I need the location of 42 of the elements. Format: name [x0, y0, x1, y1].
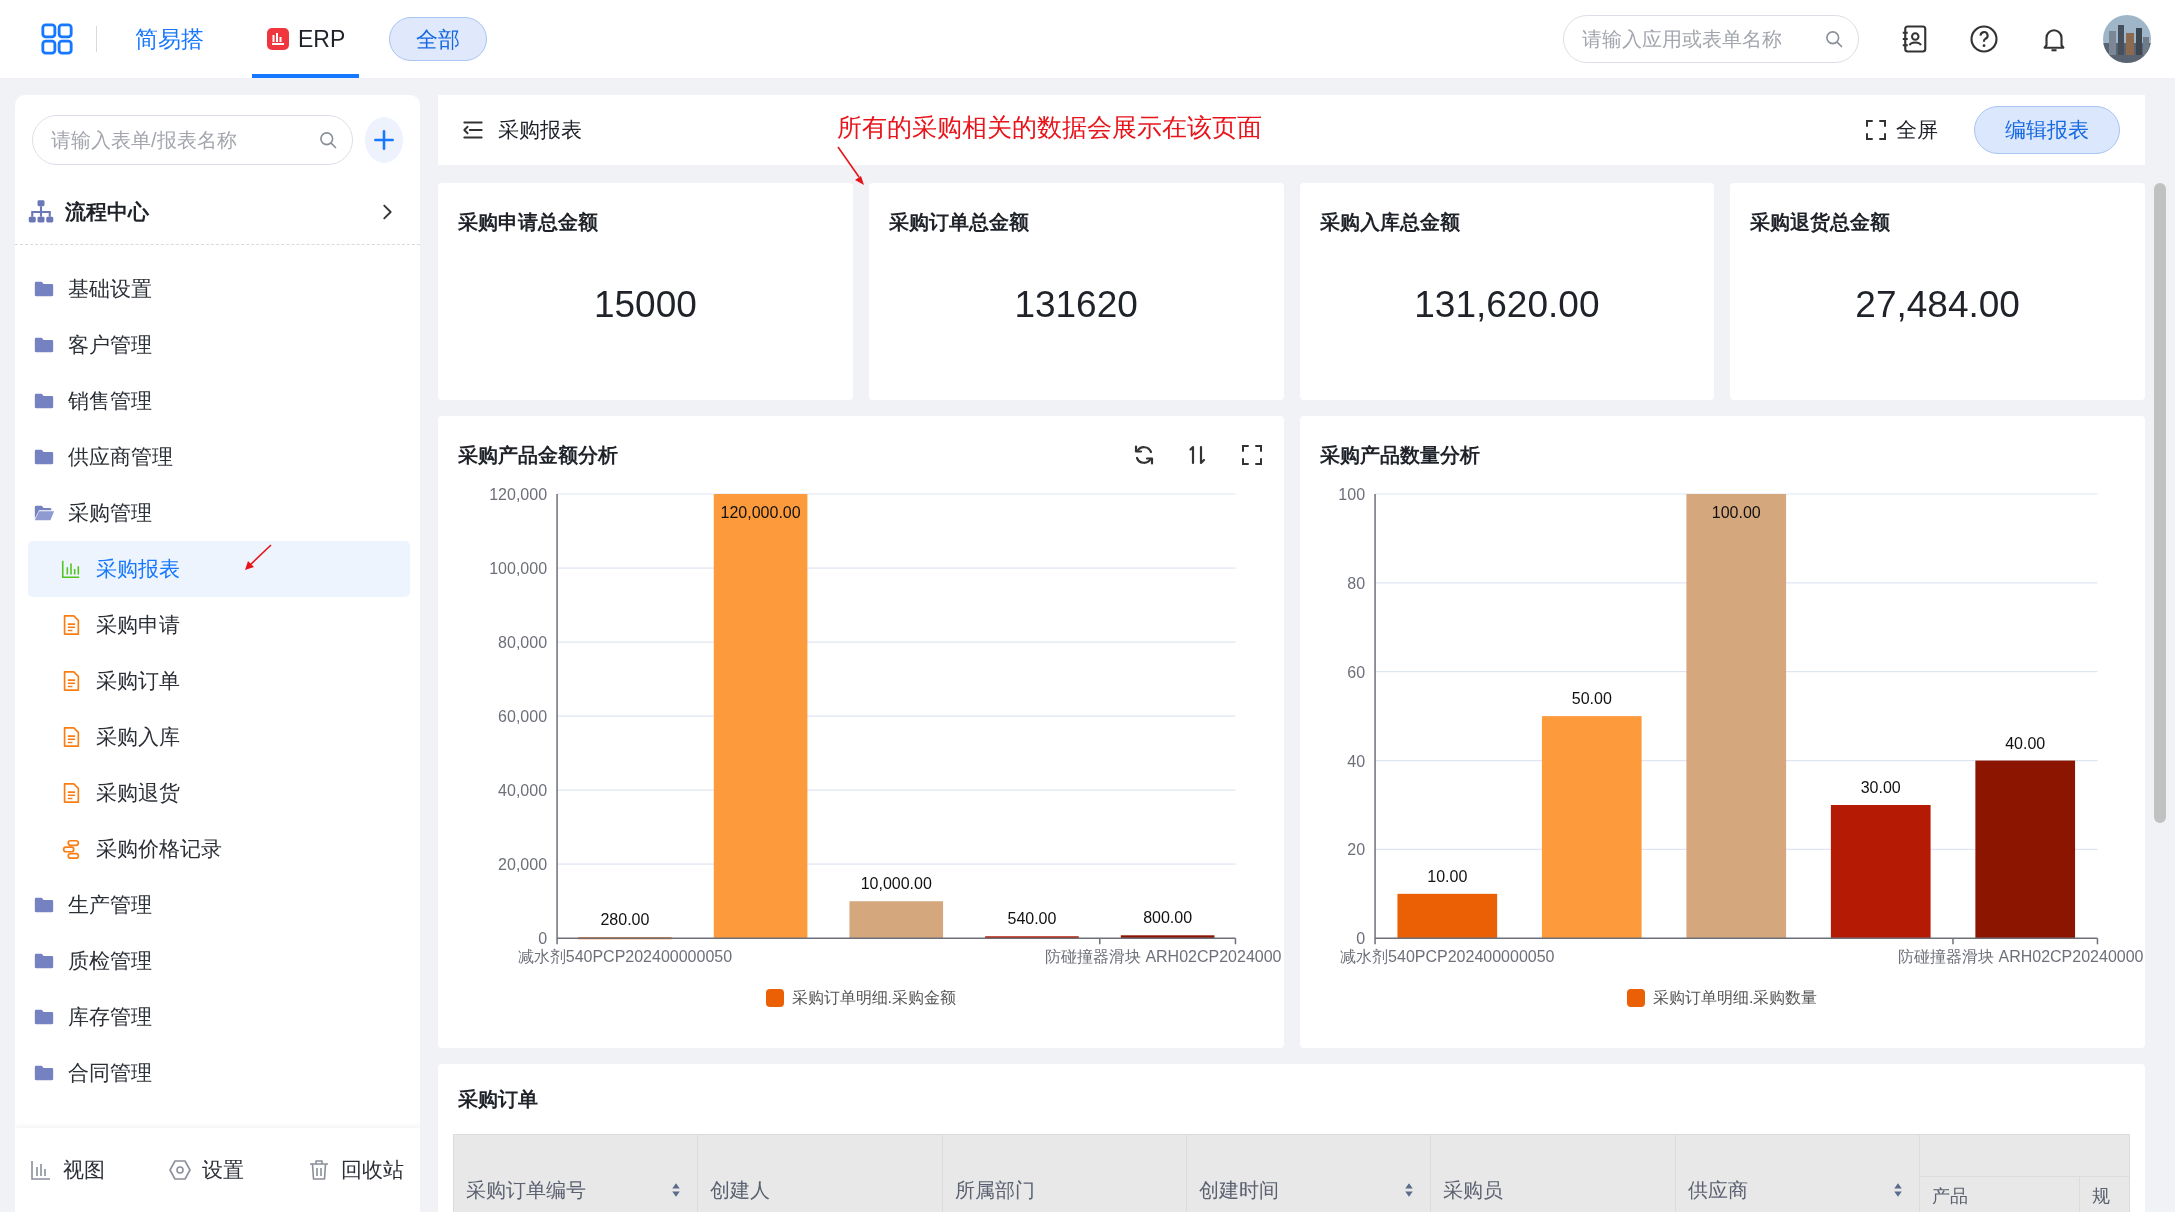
data-label: 30.00	[1860, 779, 1901, 796]
stat-label: 采购申请总金额	[458, 210, 599, 235]
axis-label: 0	[1355, 930, 1365, 948]
data-label: 100.00	[1711, 504, 1761, 522]
table-title: 采购订单	[458, 1087, 539, 1112]
stat-value: 131,620.00	[1413, 283, 1601, 327]
axis-label: 防碰撞器滑块 ARH02CP20240000	[1897, 948, 2143, 966]
axis-label: 100	[1337, 486, 1365, 503]
data-label: 540.00	[1007, 910, 1057, 928]
chart-title: 采购产品金额分析	[458, 443, 618, 468]
axis-label: 20	[1346, 841, 1365, 859]
stat-label: 采购入库总金额	[1319, 210, 1461, 235]
legend-label: 采购订单明细.采购金额	[791, 988, 956, 1009]
page-title: 采购报表	[498, 117, 582, 144]
axis-label: 减水剂540PCP202400000050	[517, 948, 733, 966]
data-label: 10,000.00	[860, 875, 932, 893]
data-label: 120,000.00	[720, 504, 801, 522]
data-label: 50.00	[1571, 690, 1612, 708]
data-label: 40.00	[2004, 734, 2045, 752]
axis-label: 60	[1346, 663, 1365, 681]
stat-value: 27,484.00	[1854, 283, 2021, 327]
annotation-text: 所有的采购相关的数据会展示在该页面	[837, 113, 1262, 143]
axis-label: 100,000	[489, 560, 548, 578]
data-label: 10.00	[1426, 867, 1467, 885]
axis-label: 120,000	[489, 486, 548, 503]
legend-label: 采购订单明细.采购数量	[1653, 988, 1818, 1009]
axis-label: 40	[1346, 752, 1365, 770]
axis-label: 80	[1346, 574, 1365, 592]
stat-value: 131620	[1013, 283, 1139, 327]
axis-label: 减水剂540PCP202400000050	[1339, 948, 1554, 966]
stat-value: 15000	[592, 283, 698, 327]
axis-label: 0	[538, 930, 548, 948]
axis-label: 防碰撞器滑块 ARH02CP2024000	[1044, 948, 1282, 966]
data-label: 800.00	[1143, 909, 1193, 927]
axis-label: 80,000	[498, 634, 548, 652]
axis-label: 20,000	[498, 856, 548, 874]
data-label: 280.00	[600, 911, 650, 929]
axis-label: 40,000	[498, 782, 548, 800]
chart-title: 采购产品数量分析	[1319, 443, 1480, 468]
axis-label: 60,000	[498, 708, 548, 726]
stat-label: 采购订单总金额	[888, 210, 1030, 235]
stat-label: 采购退货总金额	[1750, 210, 1892, 235]
